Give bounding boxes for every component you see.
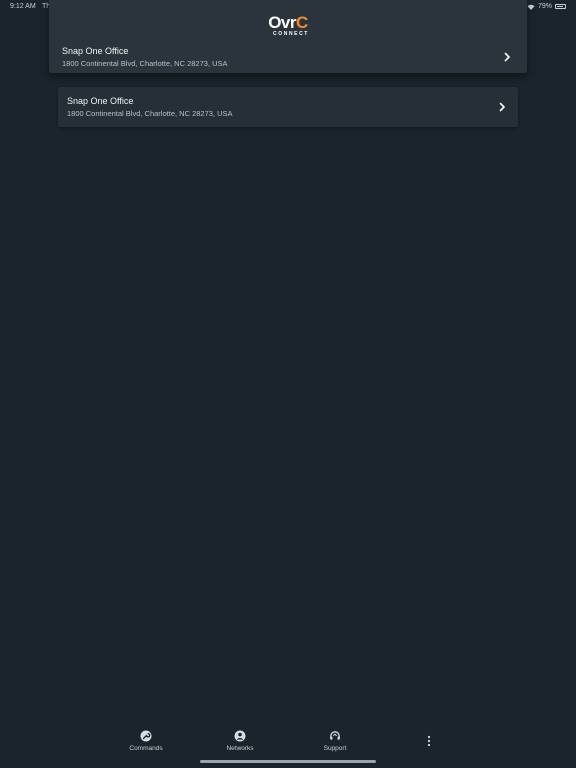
user-circle-icon bbox=[234, 730, 246, 742]
site-name: Snap One Office bbox=[67, 96, 134, 106]
site-list-item[interactable]: Snap One Office 1800 Continental Blvd, C… bbox=[58, 87, 518, 127]
battery-percent: 79% bbox=[537, 3, 552, 10]
status-time: 9:12 AM bbox=[10, 3, 36, 10]
chevron-right-icon bbox=[499, 102, 505, 112]
chevron-right-icon bbox=[504, 52, 510, 62]
site-address: 1800 Continental Blvd, Charlotte, NC 282… bbox=[67, 109, 233, 118]
wrench-icon bbox=[140, 730, 152, 742]
logo-wordmark-prefix: Ovr bbox=[268, 13, 296, 32]
app-screen: 9:12 AM Thu Jun 2 79% OvrC CONNECT Snap … bbox=[0, 0, 576, 768]
logo-wordmark: OvrC bbox=[265, 14, 311, 32]
home-indicator[interactable] bbox=[200, 760, 376, 763]
nav-support-label: Support bbox=[323, 745, 347, 752]
nav-networks[interactable]: Networks bbox=[210, 730, 270, 758]
headset-icon bbox=[330, 731, 340, 740]
nav-networks-label: Networks bbox=[226, 745, 254, 752]
nav-support[interactable]: Support bbox=[305, 730, 365, 758]
nav-commands-label: Commands bbox=[129, 745, 163, 752]
status-indicators: 79% bbox=[527, 3, 566, 10]
more-vertical-icon[interactable] bbox=[424, 734, 434, 748]
nav-commands[interactable]: Commands bbox=[116, 730, 176, 758]
header-site-row[interactable]: Snap One Office 1800 Continental Blvd, C… bbox=[49, 40, 527, 73]
ovrc-connect-logo: OvrC CONNECT bbox=[265, 14, 311, 40]
header-site-address: 1800 Continental Blvd, Charlotte, NC 282… bbox=[62, 59, 228, 68]
logo-wordmark-accent: C bbox=[296, 13, 308, 32]
battery-icon bbox=[555, 4, 566, 9]
header-site-name: Snap One Office bbox=[62, 46, 129, 56]
header-card: OvrC CONNECT Snap One Office 1800 Contin… bbox=[49, 0, 527, 73]
wifi-icon bbox=[527, 4, 535, 10]
